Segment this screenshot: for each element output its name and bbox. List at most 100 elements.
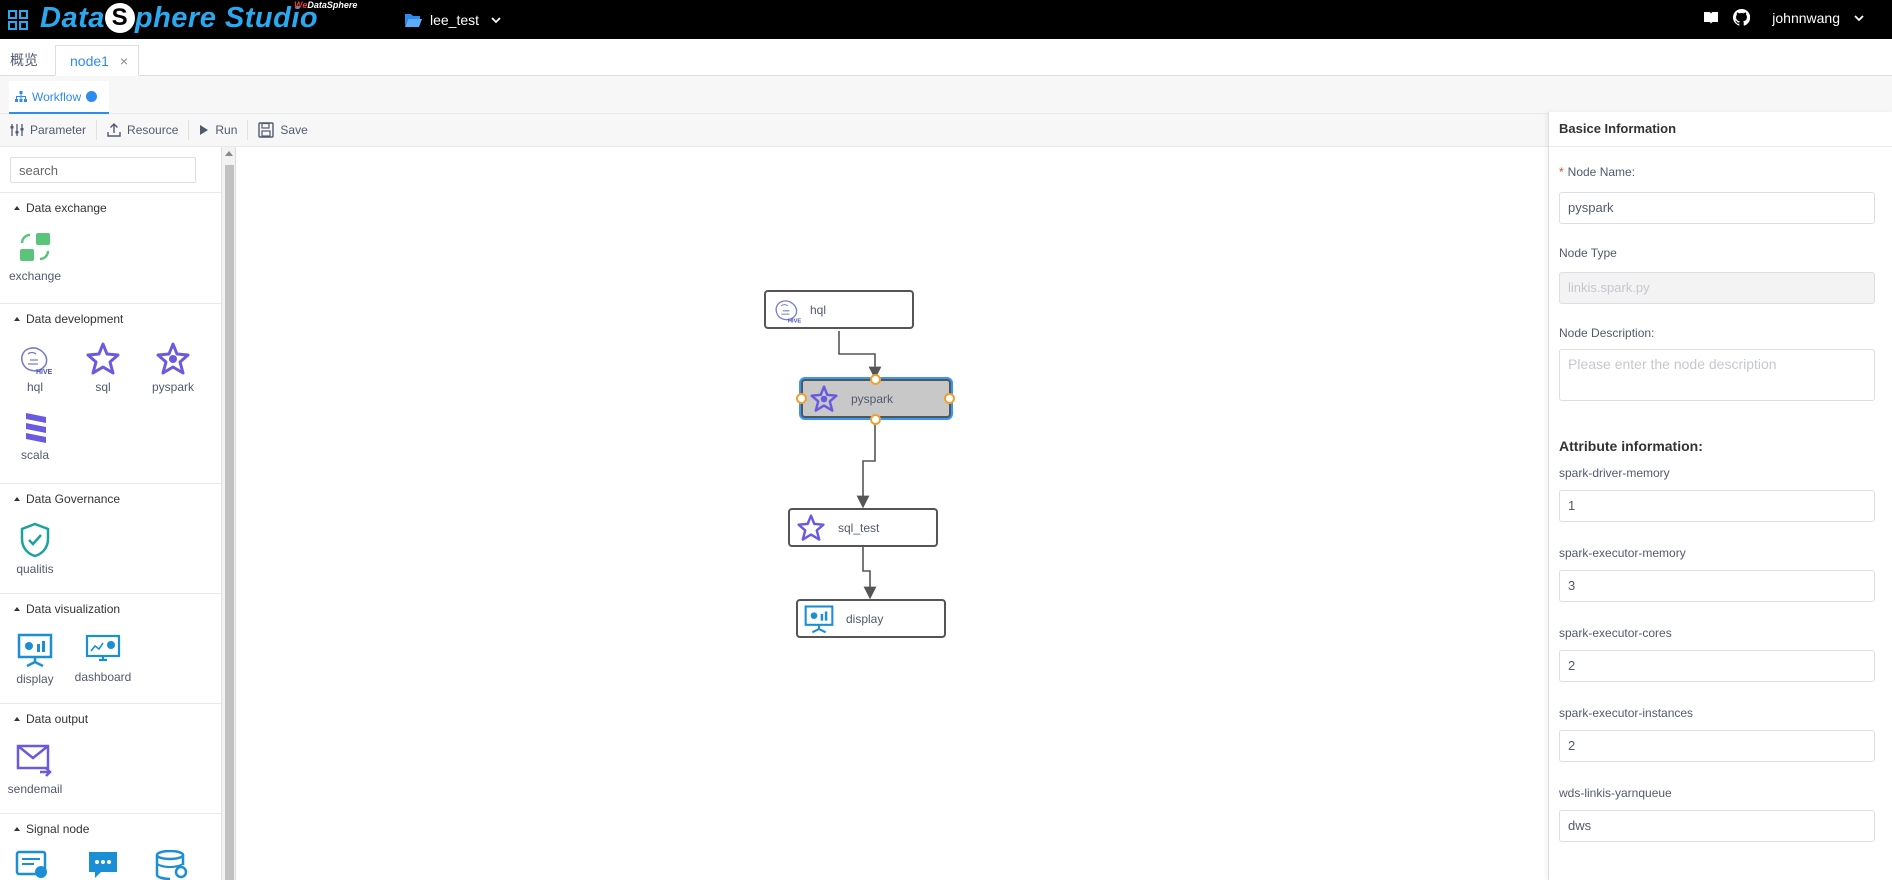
workflow-node-hql[interactable]: HIVE hql [764,290,914,329]
palette-node-qualitis[interactable]: qualitis [0,522,70,576]
presentation-chart-icon [17,633,53,668]
section-title[interactable]: Data development [14,312,123,326]
attr-spark-executor-cores-field[interactable]: 2 [1559,650,1875,682]
hive-icon: HIVE [775,299,802,324]
chat-bubble-icon[interactable] [87,850,119,880]
palette-node-scala[interactable]: scala [0,410,70,462]
collapse-triangle-icon [14,206,20,210]
email-send-icon [16,744,52,777]
palette-node-label: hql [26,380,43,394]
anchor-bottom[interactable] [870,414,881,425]
run-label: Run [215,123,238,137]
edge-pyspark-sqltest [856,420,876,509]
parameter-label: Parameter [30,123,87,137]
tab-node1-label: node1 [70,53,109,69]
workflow-node-label: pyspark [851,391,894,406]
spark-star-icon [797,513,825,541]
workflow-node-sql-test[interactable]: sql_test [788,508,938,547]
section-title[interactable]: Data visualization [14,602,120,616]
attr-spark-executor-instances-field[interactable]: 2 [1559,730,1875,762]
palette-node-hql[interactable]: HIVE hql [0,342,70,394]
palette-node-display[interactable]: display [0,632,70,686]
attr-spark-executor-memory-field[interactable]: 3 [1559,570,1875,602]
save-button[interactable]: Save [248,120,317,140]
sitemap-icon [15,90,27,102]
pyspark-icon [156,342,190,375]
palette-node-label: sendemail [7,782,63,796]
tab-node1[interactable]: node1 × [55,45,139,76]
book-icon[interactable] [1703,10,1719,26]
palette-node-pyspark[interactable]: pyspark [138,342,208,394]
app-logo[interactable]: Data Sphere Studio [40,2,318,35]
workflow-toolbar: Parameter Resource Run Save [0,114,1548,147]
tab-overview[interactable]: 概览 [0,45,48,76]
run-button[interactable]: Run [189,120,249,140]
collapse-triangle-icon [14,317,20,321]
node-type-label: Node Type [1559,246,1617,260]
svg-text:HIVE: HIVE [36,369,52,376]
scroll-thumb[interactable] [225,165,234,880]
node-type-field: linkis.spark.py [1559,272,1875,304]
palette-node-sql[interactable]: sql [68,342,138,394]
user-menu[interactable]: johnnwang [1772,10,1840,26]
tab-workflow-label: Workflow [32,89,82,104]
project-selector[interactable]: lee_test [404,10,501,30]
svg-text:HIVE: HIVE [788,318,802,324]
resource-button[interactable]: Resource [97,120,190,140]
palette-node-exchange[interactable]: exchange [0,231,70,283]
attr-spark-driver-memory-field[interactable]: 1 [1559,490,1875,522]
collapse-triangle-icon [14,827,20,831]
palette-node-label: display [16,672,54,686]
node-name-field[interactable]: pyspark [1559,192,1875,224]
apps-grid-icon[interactable] [8,10,28,30]
panel-title: Basice Information [1549,112,1892,147]
node-palette: Data exchange exchange Data development … [0,147,222,880]
section-data-visualization: Data visualization display dashboard [0,593,221,703]
palette-node-label: sql [95,380,111,394]
collapse-triangle-icon [14,717,20,721]
anchor-left[interactable] [796,393,807,404]
top-bar: Data Sphere Studio WeDataSphere lee_test … [0,0,1892,39]
section-label: Data visualization [26,602,121,616]
save-label: Save [280,123,308,137]
exchange-icon [20,233,50,261]
palette-node-label: qualitis [16,562,54,576]
scroll-up-icon[interactable] [225,151,233,156]
chevron-down-icon [491,17,501,24]
spark-star-icon [86,342,120,375]
hive-icon: HIVE [21,347,52,376]
palette-node-sendemail[interactable]: sendemail [0,742,70,796]
tab-workflow[interactable]: Workflow [9,81,109,114]
folder-open-icon [405,14,422,27]
parameter-button[interactable]: Parameter [0,120,98,140]
dashboard-monitor-icon [85,634,121,662]
event-sender-icon[interactable] [15,850,49,880]
search-input[interactable] [10,157,196,183]
attr-yarnqueue-field[interactable]: dws [1559,810,1875,842]
workflow-canvas[interactable]: HIVE hql pyspark sql_test display [237,147,1548,880]
play-icon [200,125,209,135]
section-title[interactable]: Data Governance [14,492,120,506]
section-signal-node: Signal node [0,813,221,880]
section-title[interactable]: Data exchange [14,201,107,215]
attr-label: spark-executor-memory [1559,546,1686,560]
section-title[interactable]: Signal node [14,822,89,836]
workflow-node-display[interactable]: display [796,599,946,638]
collapse-triangle-icon [14,607,20,611]
palette-scrollbar[interactable] [222,147,236,880]
anchor-right[interactable] [944,393,955,404]
attribute-info-title: Attribute information: [1559,438,1703,454]
anchor-top[interactable] [870,374,881,385]
palette-node-dashboard[interactable]: dashboard [68,632,138,684]
app-logo-sub: WeDataSphere [294,0,358,10]
save-icon [258,122,275,138]
node-description-label: Node Description: [1559,326,1655,340]
node-description-field[interactable]: Please enter the node description [1559,349,1875,401]
close-icon[interactable]: × [120,46,128,76]
database-search-icon[interactable] [155,850,191,880]
section-title[interactable]: Data output [14,712,88,726]
github-icon[interactable] [1733,9,1751,26]
chevron-down-icon[interactable] [1854,14,1864,22]
palette-node-label: scala [20,448,49,462]
attr-label: spark-executor-instances [1559,706,1694,720]
